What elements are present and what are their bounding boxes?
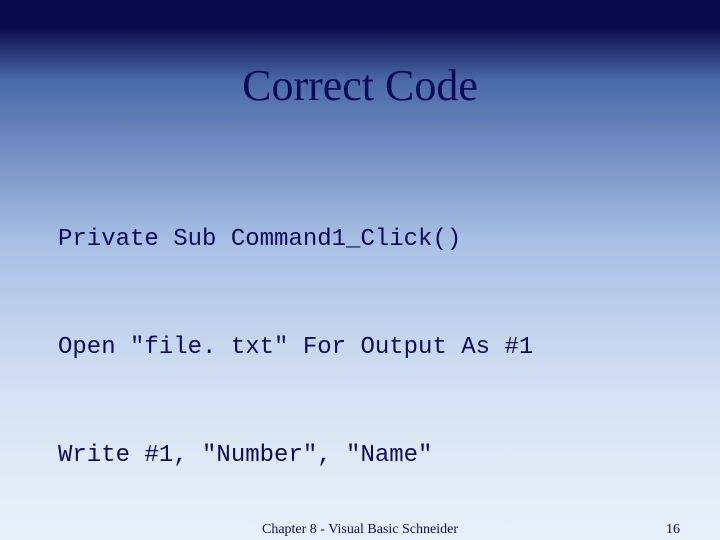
code-line: Private Sub Command1_Click(): [58, 222, 533, 258]
code-line: Write #1, "Number", "Name": [58, 438, 533, 474]
footer-center-text: Chapter 8 - Visual Basic Schneider: [262, 522, 458, 538]
slide-title: Correct Code: [0, 60, 720, 111]
code-block: Private Sub Command1_Click() Open "file.…: [58, 150, 533, 540]
code-line: Open "file. txt" For Output As #1: [58, 330, 533, 366]
footer-page-number: 16: [666, 522, 680, 538]
slide: Correct Code Private Sub Command1_Click(…: [0, 0, 720, 540]
